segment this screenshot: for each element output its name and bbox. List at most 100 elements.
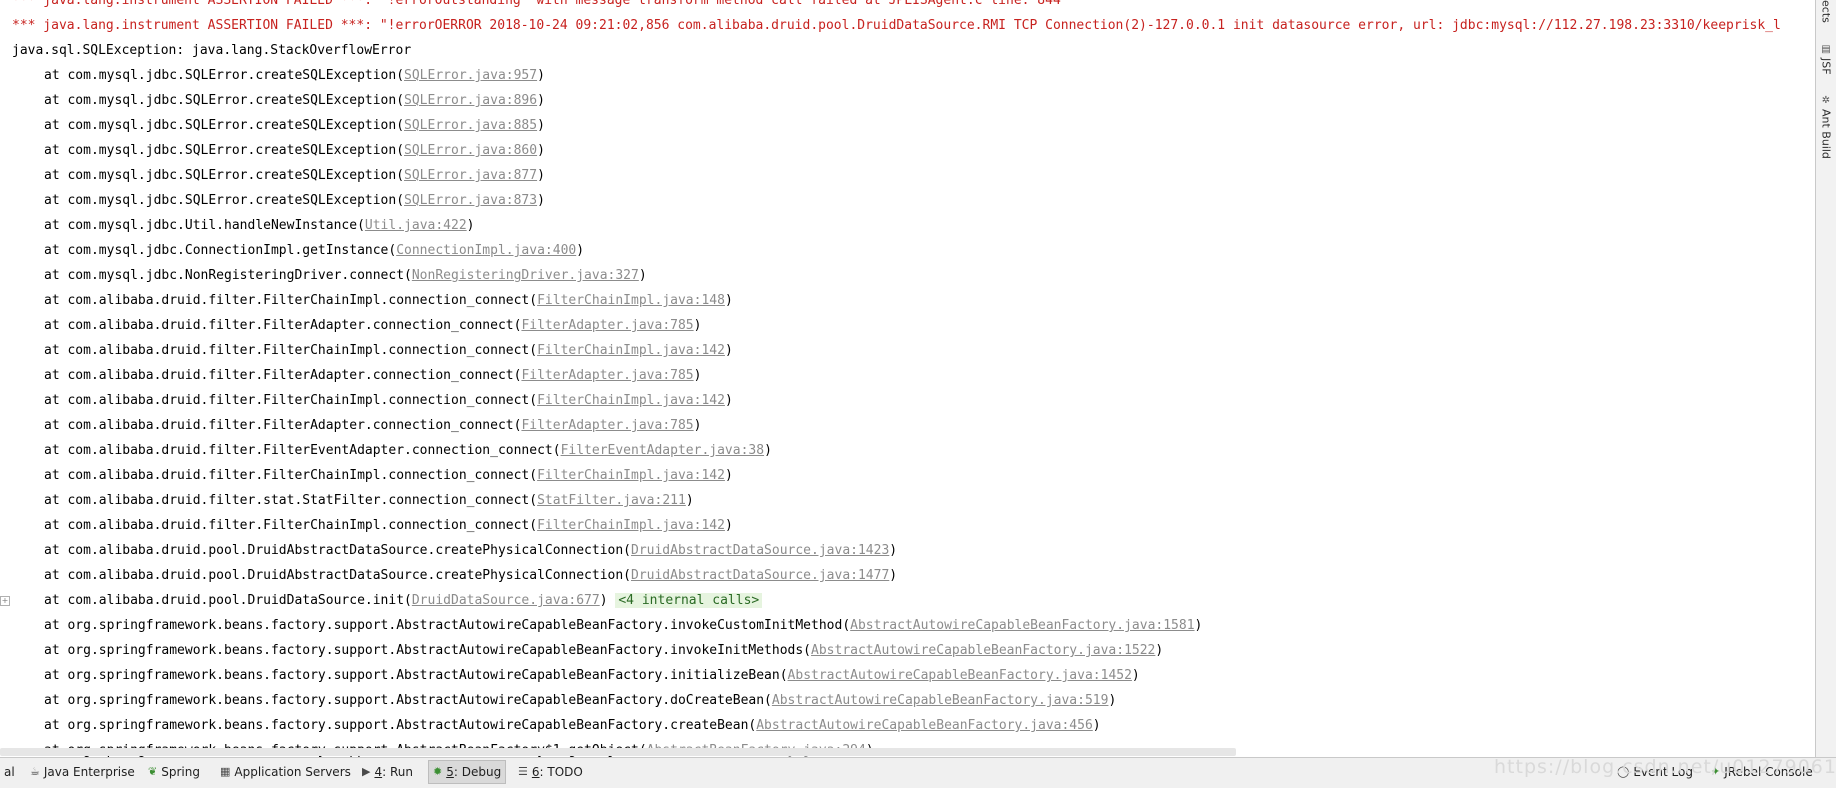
stack-frame-suffix: ) <box>724 343 733 358</box>
tab-java-enterprise-label: Java Enterprise <box>43 765 135 779</box>
stack-frame-suffix: ) <box>724 393 733 408</box>
tab-spring[interactable]: ❦ Spring <box>144 761 204 783</box>
stack-frame-method: at org.springframework.beans.factory.sup… <box>44 618 851 633</box>
stack-frame-line: at com.mysql.jdbc.SQLError.createSQLExce… <box>44 113 545 138</box>
tab-todo-key: 6 <box>531 765 540 779</box>
stack-frame-line: at com.mysql.jdbc.NonRegisteringDriver.c… <box>44 263 647 288</box>
stack-frame-line: at com.alibaba.druid.filter.FilterEventA… <box>44 438 772 463</box>
stack-frame-method: at com.alibaba.druid.filter.stat.StatFil… <box>44 493 538 508</box>
source-file-link[interactable]: NonRegisteringDriver.java:327 <box>412 268 639 283</box>
stack-frame-suffix: ) <box>889 543 898 558</box>
stack-frame-line: at com.alibaba.druid.filter.FilterChainI… <box>44 513 733 538</box>
stack-frame-method: at com.mysql.jdbc.Util.handleNewInstance… <box>44 218 365 233</box>
source-file-link[interactable]: SQLError.java:896 <box>404 93 537 108</box>
stack-frame-suffix: ) <box>1131 668 1140 683</box>
source-file-link[interactable]: FilterEventAdapter.java:38 <box>561 443 765 458</box>
stack-frame-line: at com.mysql.jdbc.SQLError.createSQLExce… <box>44 163 545 188</box>
debug-icon: ✹ <box>433 765 443 778</box>
stack-frame-method: at com.mysql.jdbc.ConnectionImpl.getInst… <box>44 243 397 258</box>
stack-frame-suffix: ) <box>693 318 702 333</box>
tab-java-enterprise[interactable]: ☕ Java Enterprise <box>26 761 139 783</box>
stack-frame-line: at com.alibaba.druid.pool.DruidAbstractD… <box>44 563 897 588</box>
source-file-link[interactable]: AbstractAutowireCapableBeanFactory.java:… <box>772 693 1109 708</box>
stack-frame-method: at com.alibaba.druid.pool.DruidAbstractD… <box>44 543 631 558</box>
tab-run[interactable]: ▶ 4: Run <box>358 761 417 783</box>
watermark: https://blog.csdn.net/u012790613 <box>1494 756 1836 778</box>
stack-frame-suffix: ) <box>638 268 647 283</box>
spring-icon: ❦ <box>148 765 158 778</box>
stack-frame-method: at com.mysql.jdbc.NonRegisteringDriver.c… <box>44 268 412 283</box>
stack-frame-method: at com.alibaba.druid.filter.FilterAdapte… <box>44 318 522 333</box>
stack-frame-line: at com.mysql.jdbc.ConnectionImpl.getInst… <box>44 238 584 263</box>
jsf-icon: ▤ <box>1820 44 1832 55</box>
horizontal-scrollbar[interactable] <box>0 748 1236 756</box>
tab-debug[interactable]: ✹ 5: Debug <box>428 760 507 784</box>
source-file-link[interactable]: FilterAdapter.java:785 <box>521 318 693 333</box>
tab-terminal[interactable]: al <box>0 761 19 783</box>
tab-spring-label: Spring <box>161 765 200 779</box>
tab-todo-label: : TODO <box>539 765 583 779</box>
source-file-link[interactable]: DruidAbstractDataSource.java:1423 <box>631 543 889 558</box>
source-file-link[interactable]: SQLError.java:885 <box>404 118 537 133</box>
tab-run-label: : Run <box>382 765 413 779</box>
source-file-link[interactable]: FilterChainImpl.java:142 <box>537 393 725 408</box>
stack-frame-line: at com.alibaba.druid.filter.FilterChainI… <box>44 463 733 488</box>
stack-frame-suffix: ) <box>724 518 733 533</box>
stack-frame-suffix: ) <box>576 243 585 258</box>
app-servers-icon: ▦ <box>220 765 231 778</box>
source-file-link[interactable]: FilterAdapter.java:785 <box>521 418 693 433</box>
right-tool-strip: ects ▤ JSF ✲ Ant Build <box>1815 0 1836 757</box>
stack-frame-line: at org.springframework.beans.factory.sup… <box>44 688 1116 713</box>
stack-frame-method: at com.alibaba.druid.pool.DruidDataSourc… <box>44 593 412 608</box>
tab-jsf[interactable]: ▤ JSF <box>1818 44 1834 75</box>
source-file-link[interactable]: FilterChainImpl.java:142 <box>537 468 725 483</box>
stack-frame-method: at com.mysql.jdbc.SQLError.createSQLExce… <box>44 143 405 158</box>
source-file-link[interactable]: AbstractAutowireCapableBeanFactory.java:… <box>788 668 1132 683</box>
stack-frame-suffix: ) <box>537 118 545 133</box>
stack-frame-method: at com.alibaba.druid.filter.FilterChainI… <box>44 518 538 533</box>
todo-icon: ☰ <box>518 765 528 778</box>
source-file-link[interactable]: FilterChainImpl.java:142 <box>537 518 725 533</box>
source-file-link[interactable]: SQLError.java:860 <box>404 143 537 158</box>
source-file-link[interactable]: DruidDataSource.java:677 <box>412 593 600 608</box>
source-file-link[interactable]: FilterChainImpl.java:142 <box>537 343 725 358</box>
internal-calls-fold[interactable]: <4 internal calls> <box>615 593 763 608</box>
stack-frame-line: at com.alibaba.druid.filter.stat.StatFil… <box>44 488 694 513</box>
stack-frame-line: at com.alibaba.druid.filter.FilterChainI… <box>44 288 733 313</box>
source-file-link[interactable]: DruidAbstractDataSource.java:1477 <box>631 568 889 583</box>
source-file-link[interactable]: AbstractAutowireCapableBeanFactory.java:… <box>850 618 1194 633</box>
tab-application-servers[interactable]: ▦ Application Servers <box>216 761 355 783</box>
stack-frame-method: at org.springframework.beans.factory.sup… <box>44 693 772 708</box>
stack-frame-suffix: ) <box>693 368 702 383</box>
fold-expand-icon[interactable]: + <box>0 596 10 606</box>
source-file-link[interactable]: Util.java:422 <box>365 218 467 233</box>
stack-frame-suffix: ) <box>685 493 694 508</box>
source-file-link[interactable]: ConnectionImpl.java:400 <box>396 243 576 258</box>
stack-frame-line: at com.alibaba.druid.filter.FilterChainI… <box>44 388 733 413</box>
source-file-link[interactable]: SQLError.java:957 <box>404 68 537 83</box>
source-file-link[interactable]: SQLError.java:873 <box>404 193 537 208</box>
stack-frame-line: at org.springframework.beans.factory.sup… <box>44 713 1101 738</box>
stack-frame-method: at org.springframework.beans.factory.sup… <box>44 668 788 683</box>
tab-todo[interactable]: ☰ 6: TODO <box>514 761 587 783</box>
stack-frame-method: at org.springframework.beans.factory.sup… <box>44 718 757 733</box>
stack-frame-suffix: ) <box>466 218 475 233</box>
source-file-link[interactable]: AbstractAutowireCapableBeanFactory.java:… <box>811 643 1155 658</box>
source-file-link[interactable]: FilterAdapter.java:785 <box>521 368 693 383</box>
stack-frame-suffix: ) <box>537 168 545 183</box>
console-output: *** java.lang.instrument ASSERTION FAILE… <box>0 0 1812 757</box>
source-file-link[interactable]: FilterChainImpl.java:148 <box>537 293 725 308</box>
stack-frame-line: at com.mysql.jdbc.SQLError.createSQLExce… <box>44 63 545 88</box>
tab-jsf-label: JSF <box>1819 58 1833 75</box>
stack-frame-line: at com.alibaba.druid.filter.FilterAdapte… <box>44 413 701 438</box>
tab-projects[interactable]: ects <box>1818 0 1834 23</box>
tab-ant-build[interactable]: ✲ Ant Build <box>1818 95 1834 159</box>
tab-debug-key: 5 <box>446 765 454 779</box>
tab-run-key: 4 <box>374 765 383 779</box>
stack-frame-method: at com.alibaba.druid.filter.FilterChainI… <box>44 343 538 358</box>
stack-frame-method: at com.alibaba.druid.filter.FilterAdapte… <box>44 418 522 433</box>
source-file-link[interactable]: SQLError.java:877 <box>404 168 537 183</box>
source-file-link[interactable]: StatFilter.java:211 <box>537 493 686 508</box>
stack-frame-suffix: ) <box>537 68 545 83</box>
source-file-link[interactable]: AbstractAutowireCapableBeanFactory.java:… <box>756 718 1093 733</box>
